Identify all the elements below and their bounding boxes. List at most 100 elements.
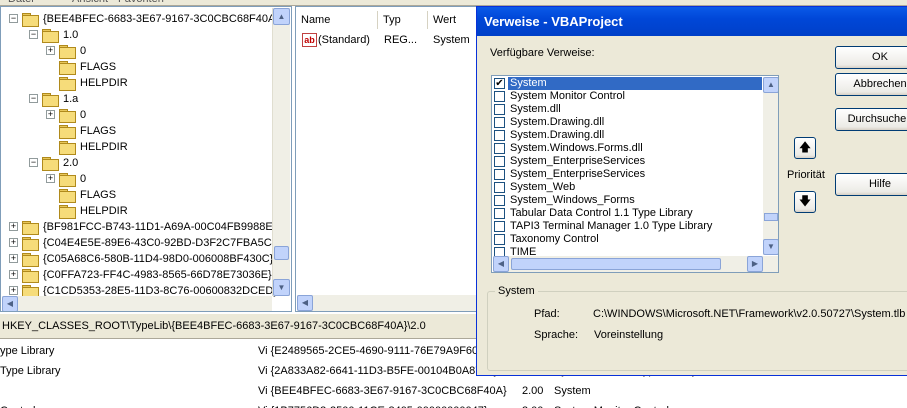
column-header-type[interactable]: Typ [378, 11, 428, 29]
reference-checkbox[interactable] [494, 117, 505, 128]
tree-node[interactable]: HELPDIR [1, 139, 273, 155]
expand-icon[interactable]: + [9, 222, 18, 231]
reference-item[interactable]: System Monitor Control [494, 90, 762, 103]
value-name: (Standard) [318, 34, 370, 46]
reference-item[interactable]: Tabular Data Control 1.1 Type Library [494, 207, 762, 220]
tree-node[interactable]: − {BEE4BFEC-6683-3E67-9167-3C0CBC68F40A} [1, 11, 279, 27]
tree-node[interactable]: +0 [1, 43, 273, 59]
reference-item[interactable]: System.Drawing.dll [494, 129, 762, 142]
scroll-down-icon[interactable]: ▼ [763, 239, 778, 255]
list-horizontal-scrollbar[interactable]: ◀ [297, 295, 479, 311]
collapse-icon[interactable]: − [9, 14, 18, 23]
tree-node[interactable]: HELPDIR [1, 75, 273, 91]
reference-checkbox[interactable]: ✔ [494, 78, 505, 89]
reference-item[interactable]: TAPI3 Terminal Manager 1.0 Type Library [494, 220, 762, 233]
reference-checkbox[interactable] [494, 208, 505, 219]
tree-node[interactable]: HELPDIR [1, 203, 273, 219]
reference-item[interactable]: System.dll [494, 103, 762, 116]
folder-icon [22, 221, 39, 235]
tree-node[interactable]: − 2.0 [1, 155, 273, 171]
reference-label: System_Windows_Forms [510, 194, 635, 206]
help-button[interactable]: Hilfe [835, 173, 907, 196]
tree-node[interactable]: + {C0FFA723-FF4C-4983-8565-66D78E73036E} [1, 267, 273, 283]
tree-node[interactable]: + {BF981FCC-B743-11D1-A69A-00C04FB9988E} [1, 219, 276, 235]
menu-item[interactable]: Ansicht [72, 0, 108, 5]
reference-checkbox[interactable] [494, 195, 505, 206]
scroll-up-icon[interactable]: ▲ [273, 8, 290, 25]
value-type: REG... [384, 34, 418, 46]
browse-button[interactable]: Durchsuchen [835, 108, 907, 131]
typelib-name: Type Library [0, 365, 61, 377]
expand-icon[interactable]: + [46, 46, 55, 55]
priority-up-button[interactable]: 🡅 [794, 137, 816, 159]
reference-item[interactable]: System_Windows_Forms [494, 194, 762, 207]
tree-node[interactable]: +0 [1, 171, 273, 187]
tree-horizontal-scrollbar[interactable]: ◀ [2, 296, 272, 311]
menu-item[interactable]: Favoriten [118, 0, 164, 5]
priority-down-button[interactable]: 🡇 [794, 191, 816, 213]
reference-checkbox[interactable] [494, 143, 505, 154]
scroll-thumb[interactable] [764, 213, 778, 221]
references-vertical-scrollbar[interactable]: ▲ ▼ [763, 77, 778, 255]
expand-icon[interactable]: + [9, 238, 18, 247]
reference-checkbox[interactable] [494, 221, 505, 232]
expand-icon[interactable]: + [9, 270, 18, 279]
path-label: Pfad: [534, 308, 560, 320]
reference-item[interactable]: System_Web [494, 181, 762, 194]
expand-icon[interactable]: + [9, 254, 18, 263]
reference-checkbox[interactable] [494, 130, 505, 141]
references-horizontal-scrollbar[interactable]: ◀ ▶ [493, 256, 778, 272]
collapse-icon[interactable]: − [29, 158, 38, 167]
collapse-icon[interactable]: − [29, 30, 38, 39]
column-header-value[interactable]: Wert [428, 11, 479, 29]
tree-node[interactable]: FLAGS [1, 59, 273, 75]
scroll-left-icon[interactable]: ◀ [2, 296, 18, 311]
list-item[interactable]: ab (Standard) REG... System [300, 32, 479, 48]
scroll-down-icon[interactable]: ▼ [273, 279, 290, 296]
reference-checkbox[interactable] [494, 182, 505, 193]
expand-icon[interactable]: + [9, 286, 18, 295]
tree-vertical-scrollbar[interactable]: ▲ ▼ [272, 8, 290, 296]
reference-item[interactable]: Taxonomy Control [494, 233, 762, 246]
tree-node[interactable]: FLAGS [1, 123, 273, 139]
tree-node[interactable]: +0 [1, 107, 273, 123]
reference-checkbox[interactable] [494, 91, 505, 102]
reference-item[interactable]: ✔ System [494, 77, 762, 90]
expand-icon[interactable]: + [46, 110, 55, 119]
scroll-left-icon[interactable]: ◀ [493, 256, 509, 272]
reference-item[interactable]: System.Drawing.dll [494, 116, 762, 129]
reference-item[interactable]: System_EnterpriseServices [494, 168, 762, 181]
scroll-thumb[interactable] [511, 258, 721, 270]
value-list[interactable]: Name Typ Wert ab (Standard) REG... Syste… [295, 6, 480, 312]
tree-node[interactable]: − 1.0 [1, 27, 273, 43]
ok-button[interactable]: OK [835, 46, 907, 69]
scroll-right-icon[interactable]: ▶ [747, 256, 763, 272]
scroll-left-icon[interactable]: ◀ [297, 295, 313, 311]
column-header-name[interactable]: Name [296, 11, 378, 29]
cancel-button[interactable]: Abbrechen [835, 73, 907, 96]
folder-icon [22, 269, 39, 283]
references-list[interactable]: ✔ System System Monitor Control System.dll S… [491, 75, 779, 273]
reference-checkbox[interactable] [494, 104, 505, 115]
reference-label: System.Windows.Forms.dll [510, 142, 643, 154]
registry-tree[interactable]: − {BEE4BFEC-6683-3E67-9167-3C0CBC68F40A} −… [0, 6, 292, 312]
tree-node[interactable]: + {C04E4E5E-89E6-43C0-92BD-D3F2C7FBA5C4} [1, 235, 281, 251]
language-value: Voreinstellung [594, 329, 664, 341]
reference-checkbox[interactable] [494, 169, 505, 180]
tree-node[interactable]: − 1.a [1, 91, 273, 107]
reference-item[interactable]: System_EnterpriseServices [494, 155, 762, 168]
collapse-icon[interactable]: − [29, 94, 38, 103]
language-label: Sprache: [534, 329, 579, 341]
expand-icon[interactable]: + [46, 174, 55, 183]
reference-item[interactable]: System.Windows.Forms.dll [494, 142, 762, 155]
tree-node[interactable]: FLAGS [1, 187, 273, 203]
scroll-thumb[interactable] [274, 246, 289, 260]
reference-checkbox[interactable] [494, 234, 505, 245]
folder-icon [42, 93, 59, 107]
menu-item[interactable]: Datei [8, 0, 34, 5]
reference-checkbox[interactable] [494, 156, 505, 167]
scroll-up-icon[interactable]: ▲ [763, 77, 778, 93]
tree-node[interactable]: + {C05A68C6-580B-11D4-98D0-006008BF430C} [1, 251, 273, 267]
folder-icon [59, 61, 76, 75]
typelib-guid: Vi {BEE4BFEC-6683-3E67-9167-3C0CBC68F40A… [258, 385, 507, 397]
